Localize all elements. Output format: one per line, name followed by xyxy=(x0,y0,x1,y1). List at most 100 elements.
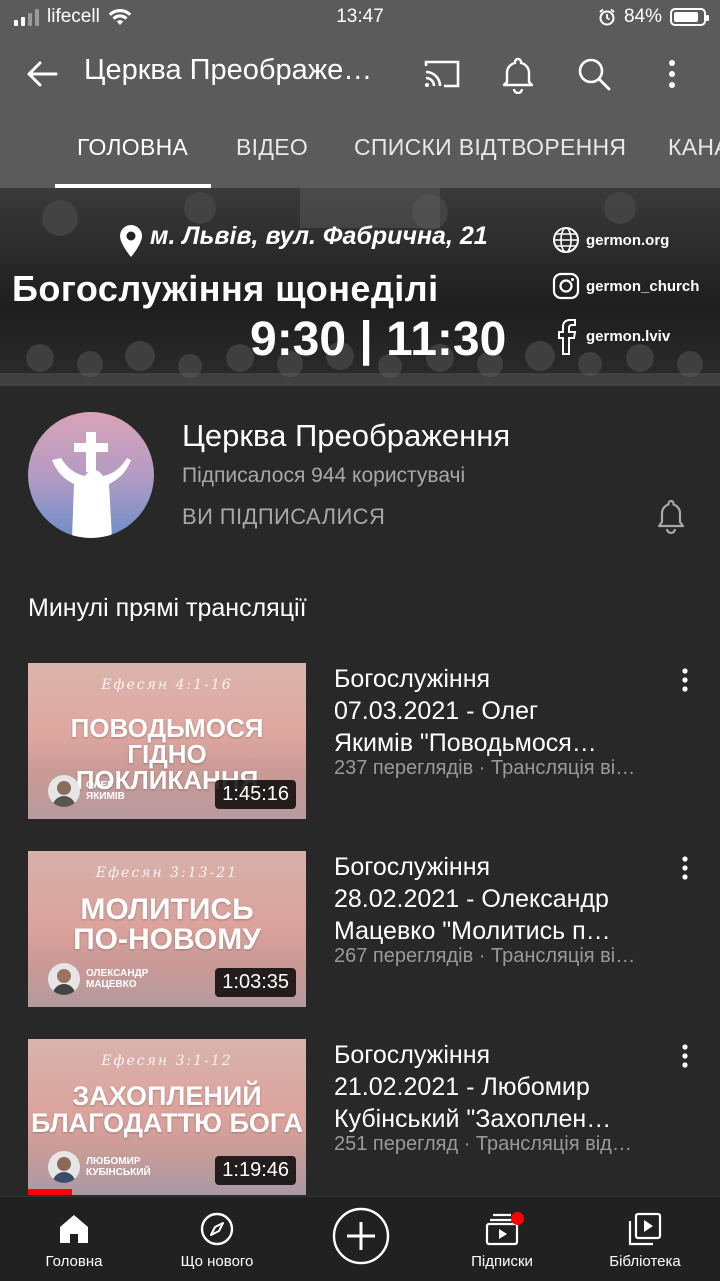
video-title-line: 07.03.2021 - Олег xyxy=(334,697,539,725)
video-meta: 267 переглядів · Трансляція ві… xyxy=(334,945,636,967)
thumbnail-verse: Ефесян 3:1-12 xyxy=(101,1053,233,1069)
subscriber-count: Підписалося 944 користувачі xyxy=(182,464,466,487)
speaker-avatar xyxy=(48,963,80,995)
facebook-icon xyxy=(558,319,577,355)
video-meta: 237 переглядів · Трансляція ві… xyxy=(334,757,636,779)
banner-social-web-text: germon.org xyxy=(586,231,670,249)
banner-social-instagram-text: germon_church xyxy=(586,277,700,295)
channel-title: Церква Преображе… xyxy=(84,54,373,86)
nav-explore-label: Що нового xyxy=(180,1253,254,1270)
video-duration: 1:03:35 xyxy=(215,968,296,997)
search-icon[interactable] xyxy=(574,54,614,94)
speaker-avatar xyxy=(48,1151,80,1183)
video-title-line: Богослужіння xyxy=(334,665,491,693)
thumbnail-headline-line: ЗАХОПЛЕНИЙ xyxy=(72,1081,262,1111)
subscribed-button[interactable]: ВИ ПІДПИСАЛИСЯ xyxy=(182,504,385,530)
banner-social-facebook-text: germon.lviv xyxy=(586,327,671,345)
status-bar: lifecell 13:47 84% xyxy=(0,0,720,36)
app-bar: Церква Преображе… xyxy=(0,40,720,108)
video-thumbnail[interactable]: Ефесян 3:13-21 МОЛИТИСЬ ПО-НОВОМУ ОЛЕКСА… xyxy=(28,851,306,1007)
banner-location: м. Львів, вул. Фабрична, 21 xyxy=(150,222,488,250)
video-title-line: 21.02.2021 - Любомир xyxy=(334,1073,590,1101)
location-pin-icon xyxy=(120,225,142,257)
nav-library-label: Бібліотека xyxy=(609,1253,681,1270)
video-thumbnail[interactable]: Ефесян 4:1-16 ПОВОДЬМОСЯ ГІДНО ПОКЛИКАНН… xyxy=(28,663,306,819)
tab-playlists[interactable]: СПИСКИ ВІДТВОРЕННЯ xyxy=(354,134,626,161)
watch-progress-bar xyxy=(28,1189,73,1195)
thumbnail-speaker: ЛЮБОМИР КУБІНСЬКИЙ xyxy=(48,1151,176,1183)
instagram-icon xyxy=(552,272,580,300)
video-title-line: Богослужіння xyxy=(334,853,491,881)
video-title: Богослужіння 28.02.2021 - Олександр Маце… xyxy=(334,851,654,947)
notification-bell-icon[interactable] xyxy=(654,498,688,536)
alarm-icon xyxy=(599,8,615,26)
video-title-line: Богослужіння xyxy=(334,1041,491,1069)
video-title: Богослужіння 07.03.2021 - Олег Якимів "П… xyxy=(334,663,654,759)
nav-explore[interactable]: Що нового xyxy=(145,1197,289,1281)
video-item[interactable]: Ефесян 3:13-21 МОЛИТИСЬ ПО-НОВОМУ ОЛЕКСА… xyxy=(0,851,720,1011)
banner-headline: Богослужіння щонеділі xyxy=(12,268,439,309)
thumbnail-headline-line: МОЛИТИСЬ xyxy=(80,893,254,926)
video-duration: 1:45:16 xyxy=(215,780,296,809)
bottom-navigation: Головна Що нового Підписки Бібліотека xyxy=(0,1196,720,1281)
globe-icon xyxy=(553,227,579,253)
thumbnail-speaker: ОЛЕГ ЯКИМІВ xyxy=(48,775,176,807)
thumbnail-verse: Ефесян 3:13-21 xyxy=(95,865,239,881)
battery-icon xyxy=(670,8,709,26)
banner-social-facebook: germon.lviv xyxy=(552,316,670,356)
speaker-last-name: МАЦЕВКО xyxy=(86,979,137,990)
video-title-line: Мацевко "Молитись п… xyxy=(334,917,611,945)
thumbnail-headline-line: БЛАГОДАТТЮ БОГА xyxy=(30,1108,303,1138)
nav-library[interactable]: Бібліотека xyxy=(573,1197,717,1281)
video-more-icon[interactable] xyxy=(676,667,694,693)
tab-channels[interactable]: КАНА xyxy=(668,134,720,161)
thumbnail-headline-line: ПОВОДЬМОСЯ ГІДНО xyxy=(70,713,264,769)
video-thumbnail[interactable]: Ефесян 3:1-12 ЗАХОПЛЕНИЙ БЛАГОДАТТЮ БОГА… xyxy=(28,1039,306,1195)
new-content-badge xyxy=(511,1212,524,1225)
channel-avatar[interactable] xyxy=(28,412,154,538)
nav-create[interactable] xyxy=(288,1197,432,1281)
nav-subscriptions[interactable]: Підписки xyxy=(430,1197,574,1281)
speaker-avatar xyxy=(48,775,80,807)
speaker-first-name: ОЛЕКСАНДР xyxy=(86,968,149,979)
channel-header: Церква Преображення Підписалося 944 кори… xyxy=(0,386,720,566)
banner-times: 9:30 | 11:30 xyxy=(250,313,507,366)
banner-social-instagram: germon_church xyxy=(552,272,699,300)
video-item[interactable]: Ефесян 4:1-16 ПОВОДЬМОСЯ ГІДНО ПОКЛИКАНН… xyxy=(0,663,720,823)
bell-icon[interactable] xyxy=(498,54,538,94)
back-arrow-icon[interactable] xyxy=(22,54,62,94)
video-more-icon[interactable] xyxy=(676,1043,694,1069)
video-title-line: 28.02.2021 - Олександр xyxy=(334,885,609,913)
thumbnail-speaker: ОЛЕКСАНДР МАЦЕВКО xyxy=(48,963,176,995)
thumbnail-headline: МОЛИТИСЬ ПО-НОВОМУ xyxy=(28,895,306,955)
explore-compass-icon xyxy=(200,1212,234,1246)
top-bar: lifecell 13:47 84% Церква Преображе… ГОЛ… xyxy=(0,0,720,188)
battery-percent: 84% xyxy=(623,6,662,27)
create-plus-icon xyxy=(332,1207,390,1265)
library-icon xyxy=(628,1212,662,1246)
nav-home[interactable]: Головна xyxy=(2,1197,146,1281)
cast-icon[interactable] xyxy=(422,54,462,94)
speaker-last-name: КУБІНСЬКИЙ xyxy=(86,1167,151,1178)
speaker-first-name: ЛЮБОМИР xyxy=(86,1156,141,1167)
tab-home[interactable]: ГОЛОВНА xyxy=(77,134,188,161)
banner-social-web: germon.org xyxy=(552,226,669,254)
tab-videos[interactable]: ВІДЕО xyxy=(236,134,308,161)
nav-subscriptions-label: Підписки xyxy=(471,1253,533,1270)
thumbnail-verse: Ефесян 4:1-16 xyxy=(101,677,233,693)
video-item[interactable]: Ефесян 3:1-12 ЗАХОПЛЕНИЙ БЛАГОДАТТЮ БОГА… xyxy=(0,1039,720,1199)
video-more-icon[interactable] xyxy=(676,855,694,881)
speaker-first-name: ОЛЕГ xyxy=(86,780,113,791)
channel-tabs: ГОЛОВНА ВІДЕО СПИСКИ ВІДТВОРЕННЯ КАНА xyxy=(0,118,720,188)
more-vert-icon[interactable] xyxy=(652,54,692,94)
video-title-line: Кубінський "Захоплен… xyxy=(334,1105,612,1133)
video-title: Богослужіння 21.02.2021 - Любомир Кубінс… xyxy=(334,1039,654,1135)
section-title: Минулі прямі трансляції xyxy=(28,594,307,622)
thumbnail-headline-line: ПО-НОВОМУ xyxy=(73,923,261,956)
speaker-last-name: ЯКИМІВ xyxy=(86,791,125,802)
nav-home-label: Головна xyxy=(45,1253,103,1270)
video-meta: 251 перегляд · Трансляція від… xyxy=(334,1133,632,1155)
home-icon xyxy=(60,1215,88,1243)
video-duration: 1:19:46 xyxy=(215,1156,296,1185)
channel-name: Церква Преображення xyxy=(182,418,511,453)
